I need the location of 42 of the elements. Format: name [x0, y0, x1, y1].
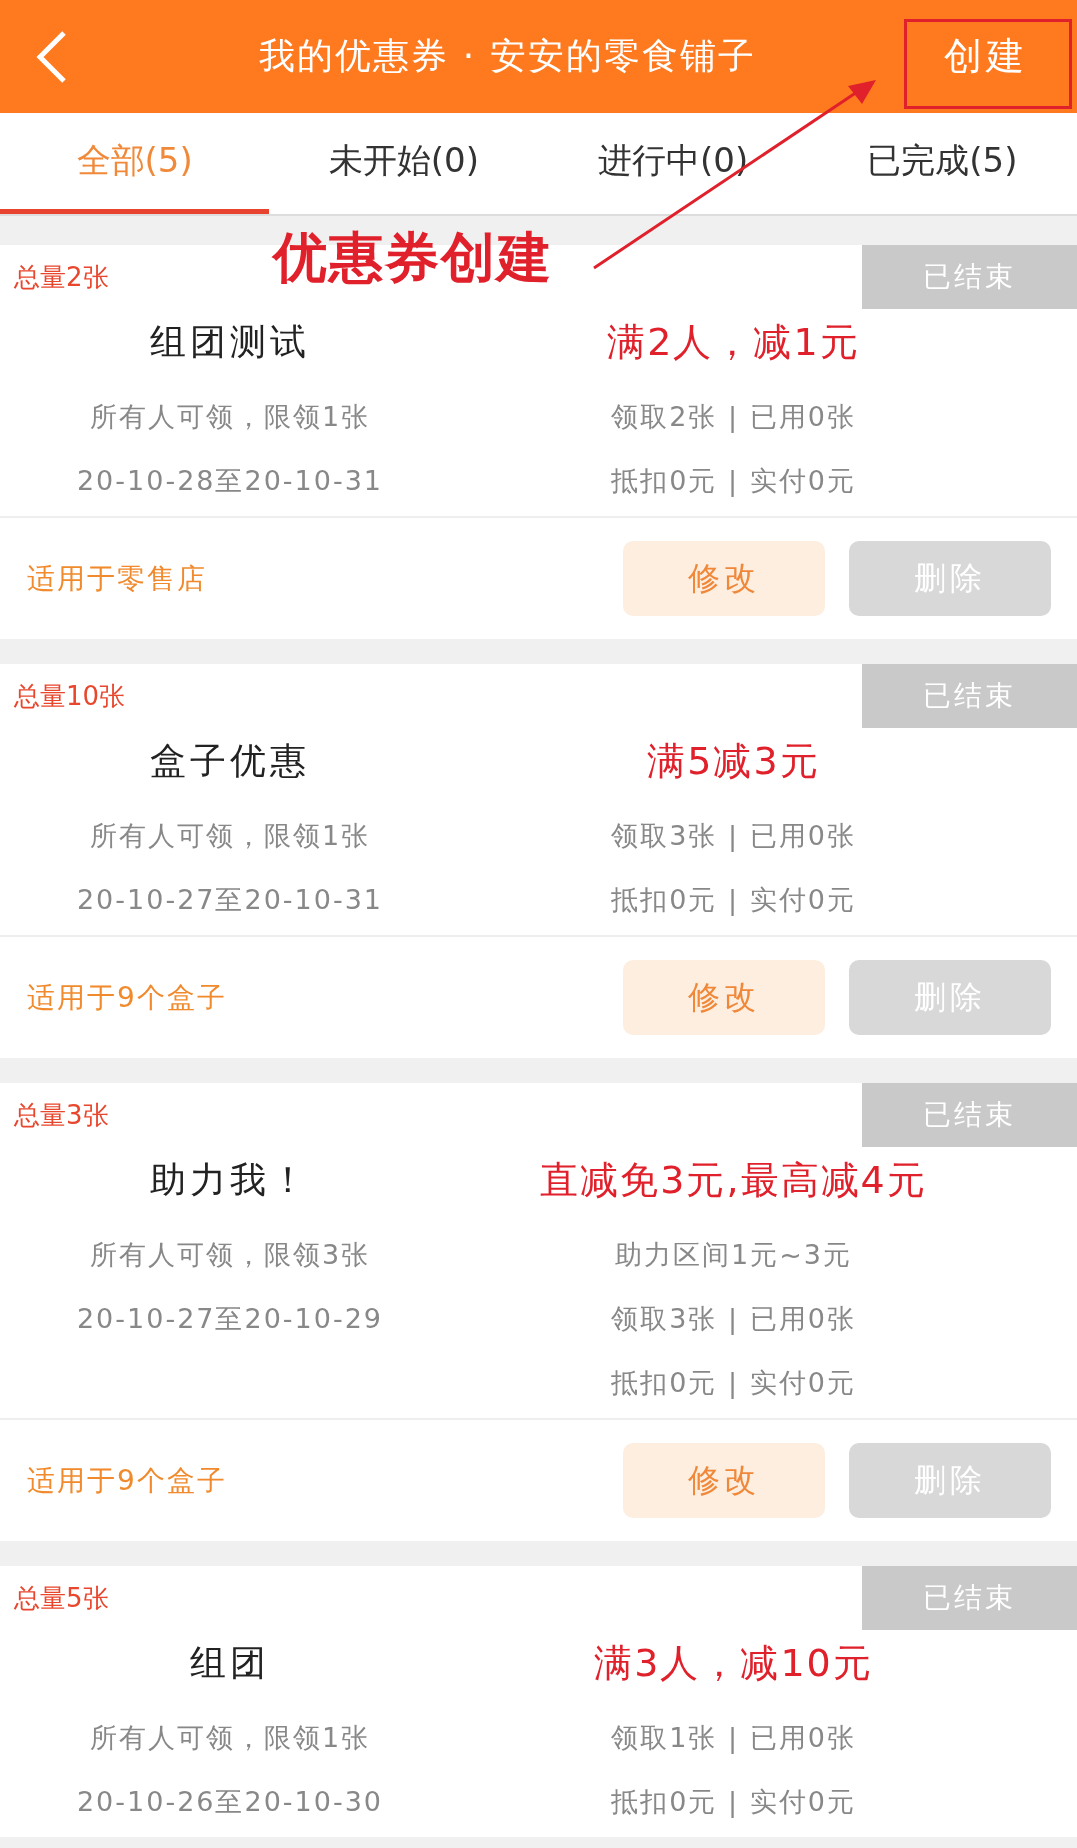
scope-text: 适用于零售店: [27, 560, 208, 597]
page-title: 我的优惠券 · 安安的零食铺子: [258, 34, 757, 78]
coupon-stat: 抵扣0元 | 实付0元: [611, 1366, 856, 1401]
claim-limit: 所有人可领，限领3张: [89, 1238, 371, 1272]
claim-limit: 所有人可领，限领1张: [89, 1721, 371, 1755]
discount-rule: 直减免3元,最高减4元: [540, 1157, 927, 1204]
edit-button[interactable]: 修改: [623, 1443, 825, 1518]
coupon-stat: 领取2张 | 已用0张: [611, 400, 856, 435]
coupon-stat: 抵扣0元 | 实付0元: [611, 1785, 856, 1820]
coupon-stat: 助力区间1元~3元: [615, 1238, 852, 1272]
date-range: 20-10-27至20-10-29: [76, 1302, 384, 1336]
coupon-name: 组团: [190, 1641, 270, 1685]
annotation-label: 优惠券创建: [273, 225, 553, 291]
edit-button[interactable]: 修改: [623, 541, 825, 616]
coupon-name: 组团测试: [150, 320, 310, 364]
coupon-stat: 领取3张 | 已用0张: [611, 819, 856, 854]
coupon-stat: 领取1张 | 已用0张: [611, 1721, 856, 1756]
scope-text: 适用于9个盒子: [27, 1462, 228, 1499]
create-button[interactable]: 创建: [903, 0, 1069, 113]
coupon-name: 助力我！: [150, 1158, 310, 1202]
coupon-name: 盒子优惠: [150, 739, 310, 783]
edit-button[interactable]: 修改: [623, 960, 825, 1035]
total-count: 总量5张: [13, 1581, 109, 1615]
scope-text: 适用于9个盒子: [27, 979, 228, 1016]
date-range: 20-10-28至20-10-31: [76, 464, 384, 498]
total-count: 总量2张: [13, 260, 109, 294]
tab[interactable]: 进行中(0): [538, 113, 808, 214]
tab[interactable]: 已完成(5): [807, 113, 1077, 214]
tab[interactable]: 全部(5): [0, 113, 270, 214]
total-count: 总量10张: [13, 679, 126, 713]
discount-rule: 满3人，减10元: [594, 1640, 873, 1687]
discount-rule: 满2人，减1元: [607, 319, 860, 366]
date-range: 20-10-27至20-10-31: [76, 883, 384, 917]
discount-rule: 满5减3元: [647, 738, 820, 785]
claim-limit: 所有人可领，限领1张: [89, 819, 371, 853]
coupon-stat: 领取3张 | 已用0张: [611, 1302, 856, 1337]
claim-limit: 所有人可领，限领1张: [89, 400, 371, 434]
coupon-stat: 抵扣0元 | 实付0元: [611, 883, 856, 918]
total-count: 总量3张: [13, 1098, 109, 1132]
coupon-stat: 抵扣0元 | 实付0元: [611, 464, 856, 499]
tab[interactable]: 未开始(0): [269, 113, 539, 214]
date-range: 20-10-26至20-10-30: [76, 1785, 384, 1819]
